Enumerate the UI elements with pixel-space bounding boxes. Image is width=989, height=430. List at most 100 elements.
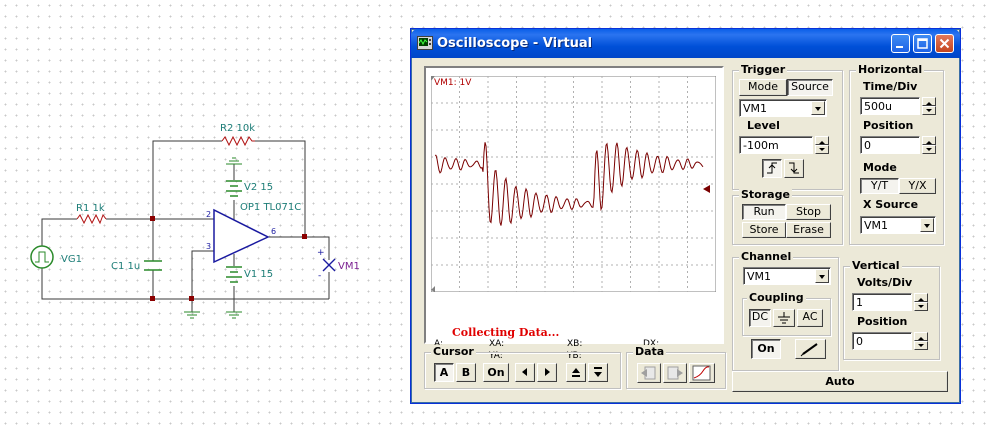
probe-icon <box>800 343 818 357</box>
falling-edge-button[interactable] <box>784 159 804 178</box>
chevron-down-icon[interactable] <box>920 218 934 232</box>
trigger-level-spinner[interactable] <box>815 136 829 154</box>
xsource-value: VM1 <box>864 219 889 232</box>
data-import-button[interactable] <box>637 363 661 383</box>
label-v1: V1 15 <box>244 269 273 280</box>
signal-source-vg1 <box>30 245 54 269</box>
arrow-right-icon <box>545 368 550 376</box>
mode-label: Mode <box>863 161 897 174</box>
cursor-right-button[interactable] <box>537 363 557 382</box>
circuit-schematic: R2 10k R1 1k V2 15 OP1 TL071C VG1 C1 1u … <box>30 123 360 319</box>
coupling-ac-button[interactable]: AC <box>797 309 823 327</box>
minimize-button[interactable] <box>891 34 910 53</box>
label-op1: OP1 TL071C <box>240 202 301 213</box>
data-chart-button[interactable] <box>689 363 715 383</box>
label-vg1: VG1 <box>61 254 82 265</box>
rising-edge-icon <box>767 162 777 174</box>
horizontal-group: Horizontal Time/Div 500u Position 0 Mode… <box>849 63 944 245</box>
chevron-down-icon[interactable] <box>811 101 825 115</box>
window-title: Oscilloscope - Virtual <box>437 36 593 51</box>
vm1-minus-label: - <box>318 271 321 281</box>
label-vm1: VM1 <box>338 261 360 272</box>
vertical-position-spinner[interactable] <box>914 332 928 350</box>
probe-button[interactable] <box>795 339 826 359</box>
label-c1: C1 1u <box>111 261 140 272</box>
horizontal-position-input[interactable]: 0 <box>860 136 920 154</box>
ground-symbol-bottom <box>184 311 242 319</box>
maximize-icon <box>917 38 928 49</box>
horizontal-position-spinner[interactable] <box>922 136 936 154</box>
trigger-source-select[interactable]: VM1 <box>739 99 827 117</box>
horizontal-title: Horizontal <box>856 63 925 76</box>
time-div-input[interactable]: 500u <box>860 97 920 115</box>
data-group: Data <box>626 345 726 389</box>
data-export-button[interactable] <box>663 363 687 383</box>
channel-value: VM1 <box>747 270 772 283</box>
time-div-spinner[interactable] <box>922 97 936 115</box>
opamp-op1 <box>213 208 270 264</box>
cursor-down-button[interactable] <box>588 363 608 382</box>
close-button[interactable] <box>935 34 954 53</box>
chart-icon <box>692 365 711 381</box>
export-icon <box>667 366 683 380</box>
trigger-mode-button[interactable]: Mode <box>739 79 787 96</box>
falling-edge-icon <box>789 162 799 174</box>
storage-title: Storage <box>739 188 792 201</box>
resistor-r2 <box>221 135 255 147</box>
trigger-source-value: VM1 <box>743 102 768 115</box>
ground-symbol-top <box>226 157 242 165</box>
erase-button[interactable]: Erase <box>786 222 831 238</box>
arrow-down-icon <box>594 367 602 377</box>
coupling-dc-button[interactable]: DC <box>749 309 771 327</box>
time-div-label: Time/Div <box>863 80 918 93</box>
mode-yt-button[interactable]: Y/T <box>860 178 899 194</box>
cursor-up-button[interactable] <box>566 363 586 382</box>
volts-div-spinner[interactable] <box>914 293 928 311</box>
data-title: Data <box>633 345 667 358</box>
trigger-level-input[interactable]: -100m <box>739 136 813 154</box>
vertical-position-input[interactable]: 0 <box>852 332 912 350</box>
pin-2-label: 2 <box>206 210 211 219</box>
title-bar[interactable]: Oscilloscope - Virtual <box>411 29 960 58</box>
run-button[interactable]: Run <box>742 204 786 220</box>
rising-edge-button[interactable] <box>762 159 782 178</box>
readout-xa: XA: <box>489 339 505 349</box>
cursor-b-button[interactable]: B <box>456 363 476 382</box>
mode-yx-button[interactable]: Y/X <box>899 178 936 194</box>
volts-div-label: Volts/Div <box>857 276 913 289</box>
volts-div-value: 1 <box>856 296 863 309</box>
channel-on-button[interactable]: On <box>751 339 781 359</box>
volts-div-input[interactable]: 1 <box>852 293 912 311</box>
storage-group: Storage Run Stop Store Erase <box>732 188 843 245</box>
battery-v1 <box>226 266 242 283</box>
vertical-position-value: 0 <box>856 335 863 348</box>
close-icon <box>939 38 950 49</box>
import-icon <box>641 366 656 380</box>
label-v2: V2 15 <box>244 182 273 193</box>
store-button[interactable]: Store <box>742 222 786 238</box>
time-div-value: 500u <box>864 100 892 113</box>
cursor-on-button[interactable]: On <box>483 363 509 382</box>
coupling-group: Coupling DC AC <box>742 291 831 336</box>
cursor-title: Cursor <box>431 345 476 358</box>
vertical-position-label: Position <box>857 315 908 328</box>
xsource-label: X Source <box>863 198 919 211</box>
xsource-select[interactable]: VM1 <box>860 216 936 234</box>
maximize-button[interactable] <box>913 34 932 53</box>
cursor-left-button[interactable] <box>515 363 535 382</box>
scope-display[interactable]: VM1: 1V <box>431 76 716 292</box>
cursor-group: Cursor A B On <box>424 345 621 389</box>
trigger-group: Trigger Mode Source VM1 Level -100m <box>732 63 843 190</box>
auto-button[interactable]: Auto <box>732 371 948 392</box>
label-r1: R1 1k <box>76 203 105 214</box>
trigger-source-button[interactable]: Source <box>787 79 833 96</box>
pin-3-label: 3 <box>206 242 211 251</box>
minimize-icon <box>896 46 903 48</box>
cursor-a-button[interactable]: A <box>434 363 454 382</box>
stop-button[interactable]: Stop <box>786 204 831 220</box>
coupling-ground-button[interactable] <box>773 309 795 327</box>
chevron-down-icon[interactable] <box>815 269 829 283</box>
status-text: Collecting Data... <box>452 326 560 339</box>
channel-select[interactable]: VM1 <box>743 267 831 285</box>
channel-label: VM1: 1V <box>434 78 472 88</box>
